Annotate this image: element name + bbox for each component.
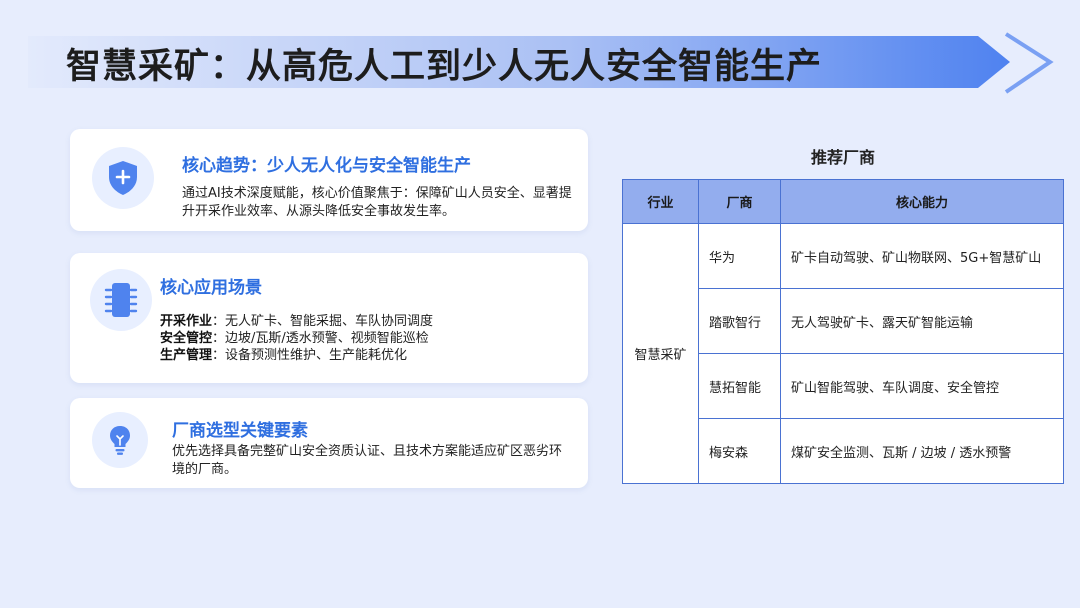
- scenario-item-text: ：边坡/瓦斯/透水预警、视频智能巡检: [212, 331, 429, 346]
- selection-heading: 厂商选型关键要素: [172, 421, 308, 441]
- slide-title: 智慧采矿：从高危人工到少人无人安全智能生产: [66, 47, 823, 87]
- capability-cell: 矿山智能驾驶、车队调度、安全管控: [780, 353, 1064, 419]
- vendor-cell: 踏歌智行: [698, 288, 781, 354]
- table-header-row: 行业 厂商 核心能力: [622, 179, 1064, 224]
- vendor-table: 行业 厂商 核心能力 智慧采矿 华为 矿卡自动驾驶、矿山物联网、5G+智慧矿山 …: [622, 179, 1064, 484]
- selection-text: 优先选择具备完整矿山安全资质认证、且技术方案能适应矿区恶劣环境的厂商。: [172, 444, 563, 477]
- capability-cell: 无人驾驶矿卡、露天矿智能运输: [780, 288, 1064, 354]
- scenario-item: 生产管理：设备预测性维护、生产能耗优化: [160, 347, 433, 364]
- header-industry: 行业: [622, 179, 699, 224]
- shield-plus-icon: [109, 161, 137, 195]
- scenario-item-text: ：无人矿卡、智能采掘、车队协同调度: [212, 314, 434, 329]
- industry-cell: 智慧采矿: [622, 223, 699, 484]
- vendor-cell: 华为: [698, 223, 781, 289]
- selection-icon-badge: [92, 412, 148, 468]
- trend-text: 通过AI技术深度赋能，核心价值聚焦于：保障矿山人员安全、显著提升开采作业效率、从…: [182, 186, 572, 219]
- selection-card: 厂商选型关键要素 优先选择具备完整矿山安全资质认证、且技术方案能适应矿区恶劣环境…: [70, 398, 588, 488]
- header-capability: 核心能力: [780, 179, 1064, 224]
- capability-cell: 矿卡自动驾驶、矿山物联网、5G+智慧矿山: [780, 223, 1064, 289]
- lightbulb-icon: [110, 426, 130, 455]
- table-row: 智慧采矿 华为 矿卡自动驾驶、矿山物联网、5G+智慧矿山: [622, 223, 1064, 484]
- trend-icon-badge: [92, 147, 154, 209]
- capability-cell: 煤矿安全监测、瓦斯 / 边坡 / 透水预警: [780, 418, 1064, 484]
- vendor-cell: 慧拓智能: [698, 353, 781, 419]
- chip-icon: [104, 283, 138, 317]
- scenario-item: 安全管控：边坡/瓦斯/透水预警、视频智能巡检: [160, 330, 433, 347]
- header-vendor: 厂商: [698, 179, 781, 224]
- banner-chevron: [1004, 32, 1054, 94]
- scenario-item-label: 开采作业: [160, 314, 213, 329]
- vendor-cell: 梅安森: [698, 418, 781, 484]
- scenario-item-label: 生产管理: [160, 348, 213, 363]
- scenario-item-text: ：设备预测性维护、生产能耗优化: [212, 348, 408, 363]
- scenario-list: 开采作业：无人矿卡、智能采掘、车队协同调度 安全管控：边坡/瓦斯/透水预警、视频…: [160, 313, 433, 364]
- scenario-item-label: 安全管控: [160, 331, 213, 346]
- table-title: 推荐厂商: [810, 148, 875, 167]
- scenario-icon-badge: [90, 269, 152, 331]
- scenario-card: 核心应用场景 开采作业：无人矿卡、智能采掘、车队协同调度 安全管控：边坡/瓦斯/…: [70, 253, 588, 383]
- trend-card: 核心趋势：少人无人化与安全智能生产 通过AI技术深度赋能，核心价值聚焦于：保障矿…: [70, 129, 588, 231]
- scenario-heading: 核心应用场景: [160, 278, 262, 298]
- trend-heading: 核心趋势：少人无人化与安全智能生产: [182, 156, 471, 176]
- scenario-item: 开采作业：无人矿卡、智能采掘、车队协同调度: [160, 313, 433, 330]
